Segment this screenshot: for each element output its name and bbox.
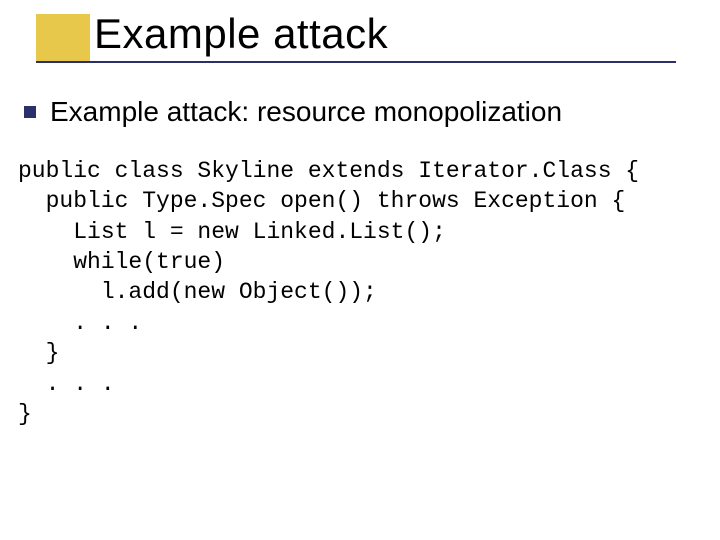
title-underline: [36, 61, 676, 63]
slide-title: Example attack: [94, 10, 388, 58]
code-line: }: [18, 340, 59, 366]
code-block: public class Skyline extends Iterator.Cl…: [18, 156, 696, 429]
code-line: List l = new Linked.List();: [18, 219, 446, 245]
slide-content: Example attack: resource monopolization …: [24, 96, 696, 429]
bullet-text: Example attack: resource monopolization: [50, 96, 562, 128]
code-line: . . .: [18, 310, 142, 336]
code-line: . . .: [18, 371, 115, 397]
title-accent-box: [36, 14, 90, 62]
code-line: }: [18, 401, 32, 427]
bullet-item: Example attack: resource monopolization: [24, 96, 696, 128]
slide: Example attack Example attack: resource …: [0, 0, 720, 540]
code-line: while(true): [18, 249, 225, 275]
bullet-icon: [24, 106, 36, 118]
code-line: l.add(new Object());: [18, 279, 377, 305]
code-line: public class Skyline extends Iterator.Cl…: [18, 158, 639, 184]
code-line: public Type.Spec open() throws Exception…: [18, 188, 625, 214]
